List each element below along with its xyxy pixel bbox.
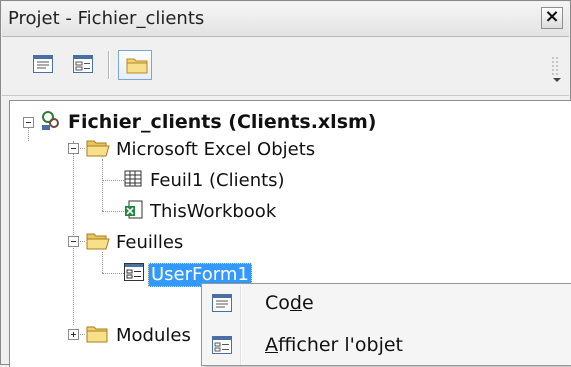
workbook-label: ThisWorkbook xyxy=(150,201,277,222)
folder-open-icon xyxy=(86,233,110,250)
toolbar-grip-icon[interactable] xyxy=(551,55,563,83)
context-menu: Code Afficher l'objet xyxy=(201,283,571,366)
toolbar xyxy=(2,37,569,96)
userform-icon xyxy=(124,263,144,281)
view-code-icon xyxy=(33,55,53,73)
form-icon xyxy=(212,336,232,354)
folder-label: Modules xyxy=(116,325,191,346)
expand-toggle[interactable] xyxy=(68,329,79,340)
tree-item-project[interactable]: Fichier_clients (Clients.xlsm) xyxy=(10,109,450,135)
window-title: Projet - Fichier_clients xyxy=(8,8,205,29)
view-code-button[interactable] xyxy=(26,50,60,80)
menu-item-code[interactable]: Code xyxy=(204,286,570,322)
vba-project-icon xyxy=(42,111,59,130)
folder-label: Feuilles xyxy=(116,232,184,253)
project-explorer-window: Projet - Fichier_clients × Fichier_clien… xyxy=(0,0,571,367)
folder-label: Microsoft Excel Objets xyxy=(116,139,316,160)
folder-icon xyxy=(126,58,148,74)
view-object-button[interactable] xyxy=(66,50,100,80)
sheet-label: Feuil1 (Clients) xyxy=(150,170,285,191)
tree-item-folder-excel-objects[interactable]: Microsoft Excel Objets xyxy=(10,137,450,163)
folder-icon xyxy=(86,326,108,343)
close-button[interactable]: × xyxy=(541,7,563,29)
tree-item-folder-forms[interactable]: Feuilles xyxy=(10,230,450,256)
toolbar-separator xyxy=(108,51,110,79)
project-label: Fichier_clients (Clients.xlsm) xyxy=(68,111,377,133)
collapse-toggle[interactable] xyxy=(68,143,79,154)
menu-item-label: Code xyxy=(265,292,314,314)
collapse-toggle[interactable] xyxy=(68,236,79,247)
tree-item-sheet[interactable]: Feuil1 (Clients) xyxy=(10,168,450,194)
menu-item-label: Afficher l'objet xyxy=(265,334,404,356)
workbook-icon xyxy=(125,200,143,219)
code-icon xyxy=(212,294,232,312)
title-bar[interactable]: Projet - Fichier_clients × xyxy=(2,2,569,37)
view-object-icon xyxy=(73,55,93,73)
folder-open-icon xyxy=(86,140,110,157)
worksheet-icon xyxy=(124,170,142,187)
toggle-folders-button[interactable] xyxy=(118,50,152,80)
tree-item-workbook[interactable]: ThisWorkbook xyxy=(10,199,450,225)
menu-item-view-object[interactable]: Afficher l'objet xyxy=(204,328,570,364)
collapse-toggle[interactable] xyxy=(23,117,34,128)
